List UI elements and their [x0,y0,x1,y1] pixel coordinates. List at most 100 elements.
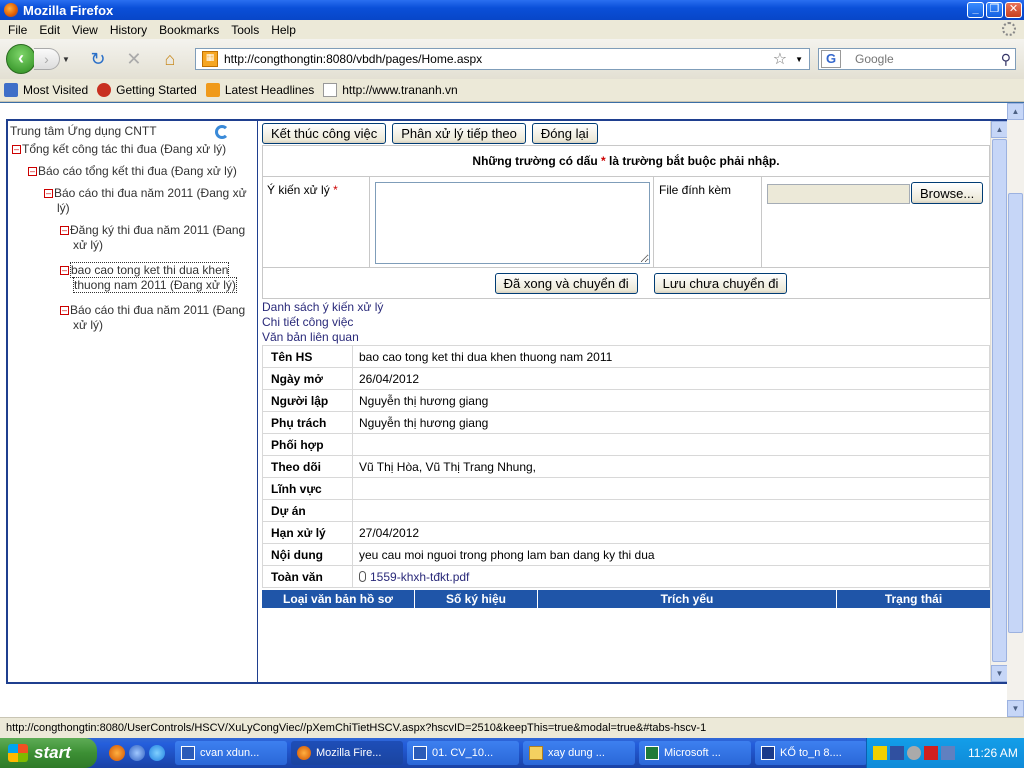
refresh-icon[interactable] [215,125,229,139]
taskbar-item[interactable]: cvan xdun... [175,741,287,765]
search-input[interactable] [855,52,1001,66]
menu-bookmarks[interactable]: Bookmarks [153,23,225,37]
url-text[interactable]: http://congthongtin:8080/vbdh/pages/Home… [224,52,773,66]
bookmark-star-icon[interactable]: ☆ [773,49,787,69]
collapse-icon[interactable]: – [12,145,21,154]
taskbar-item[interactable]: KỔ to_n 8.... [755,741,867,765]
save-without-forward-button[interactable]: Lưu chưa chuyển đi [653,273,788,294]
task-detail-link[interactable]: Chi tiết công việc [262,315,383,330]
window-title-bar: Mozilla Firefox _ ❐ ✕ [0,0,1024,20]
scroll-thumb[interactable] [1008,193,1023,633]
bookmark-getting-started[interactable]: Getting Started [97,83,197,97]
tree-node-selected[interactable]: – bao cao tong ket thi dua khen thuong na… [60,262,256,293]
url-dropdown-icon[interactable]: ▼ [795,55,803,64]
folder-icon [529,746,543,760]
table-row: Dự án [262,499,990,522]
bookmark-latest-headlines[interactable]: Latest Headlines [205,83,314,97]
table-row: Phối hợp [262,433,990,456]
reload-icon[interactable]: ↻ [88,49,108,69]
column-header-symbol[interactable]: Số ký hiệu [415,590,538,608]
minimize-button[interactable]: _ [967,2,984,18]
quick-launch [109,745,165,761]
search-engine-icon[interactable]: G [821,50,841,68]
tray-app-icon[interactable] [941,746,955,760]
close-window-button[interactable]: ✕ [1005,2,1022,18]
firefox-launch-icon[interactable] [109,745,125,761]
column-header-summary[interactable]: Trích yếu [538,590,837,608]
tree-node[interactable]: – Đăng ký thi đua năm 2011 (Đang xử lý) [60,223,256,253]
collapse-icon[interactable]: – [44,189,53,198]
related-documents-link[interactable]: Văn bản liên quan [262,330,383,345]
scroll-down-icon[interactable]: ▼ [1007,700,1024,717]
status-bar: http://congthongtin:8080/UserControls/HS… [0,717,1024,738]
finish-task-button[interactable]: Kết thúc công việc [262,123,387,144]
collapse-icon[interactable]: – [28,167,37,176]
tree-node[interactable]: – Tổng kết công tác thi đua (Đang xử lý) [12,142,226,157]
collapse-icon[interactable]: – [60,266,69,275]
antivirus-icon[interactable] [924,746,938,760]
collapse-icon[interactable]: – [60,306,69,315]
scroll-down-icon[interactable]: ▼ [991,665,1008,682]
bookmark-trananh[interactable]: http://www.trananh.vn [323,83,458,97]
taskbar-item[interactable]: xay dung ... [523,741,635,765]
column-header-status[interactable]: Trạng thái [837,590,990,608]
opinion-textarea[interactable] [375,182,650,264]
windows-taskbar: start cvan xdun... Mozilla Fire... 01. C… [0,738,1024,768]
ie-launch-icon[interactable] [129,745,145,761]
back-button[interactable]: ‹ [6,44,36,74]
browse-button[interactable]: Browse... [911,182,984,204]
scroll-up-icon[interactable]: ▲ [991,121,1008,138]
scroll-up-icon[interactable]: ▲ [1007,103,1024,120]
history-dropdown-icon[interactable]: ▼ [62,55,70,64]
firefox-icon [4,3,18,17]
home-icon[interactable]: ⌂ [160,49,180,69]
opinion-list-link[interactable]: Danh sách ý kiến xử lý [262,300,383,315]
system-tray: 11:26 AM [866,738,1024,768]
opinion-label: Ý kiến xử lý * [267,183,338,197]
full-text-file-link[interactable]: 1559-khxh-tđkt.pdf [370,570,469,584]
start-button[interactable]: start [0,738,97,768]
taskbar-item[interactable]: 01. CV_10... [407,741,519,765]
window-title: Mozilla Firefox [23,2,114,18]
vietkey-icon[interactable] [873,746,887,760]
forward-processing-button[interactable]: Phân xử lý tiếp theo [392,123,526,144]
taskbar-item-active[interactable]: Mozilla Fire... [291,741,403,765]
tree-node[interactable]: – Báo cáo thi đua năm 2011 (Đang xử lý) [60,303,256,333]
collapse-icon[interactable]: – [60,226,69,235]
status-text: http://congthongtin:8080/UserControls/HS… [6,722,707,734]
clock: 11:26 AM [968,746,1018,760]
browser-launch-icon[interactable] [149,745,165,761]
menu-history[interactable]: History [104,23,153,37]
attachment-path-field[interactable] [767,184,910,204]
tree-node[interactable]: – Báo cáo thi đua năm 2011 (Đang xử lý) [44,186,256,216]
restore-button[interactable]: ❐ [986,2,1003,18]
forward-button[interactable]: › [34,48,60,70]
menu-view[interactable]: View [66,23,104,37]
stop-icon[interactable]: ✕ [124,49,144,69]
word-icon [181,746,195,760]
search-icon[interactable]: ⚲ [1001,51,1011,68]
tree-node[interactable]: – Báo cáo tổng kết thi đua (Đang xử lý) [28,164,237,179]
file-details-table: Tên HS bao cao tong ket thi dua khen thuo… [262,345,990,588]
address-bar[interactable]: ▦ http://congthongtin:8080/vbdh/pages/Ho… [195,48,810,70]
opinion-form: Những trường có dấu * là trường bắt buộc… [262,145,990,299]
menu-help[interactable]: Help [265,23,302,37]
close-button[interactable]: Đóng lại [531,123,598,144]
menu-edit[interactable]: Edit [33,23,66,37]
done-and-forward-button[interactable]: Đã xong và chuyển đi [494,273,638,294]
column-header-doc-type[interactable]: Loại văn bản hồ sơ [262,590,415,608]
network-icon[interactable] [890,746,904,760]
bookmark-most-visited[interactable]: Most Visited [4,83,88,97]
tree-root[interactable]: Trung tâm Ứng dụng CNTT [10,124,157,138]
page-scrollbar[interactable]: ▲ ▼ [1007,103,1024,717]
volume-icon[interactable] [907,746,921,760]
menu-tools[interactable]: Tools [225,23,265,37]
table-row: Toàn văn 1559-khxh-tđkt.pdf [262,565,990,588]
getting-started-icon [97,83,112,97]
table-row: Lĩnh vực [262,477,990,500]
dialog-scrollbar[interactable]: ▲ ▼ [990,121,1008,682]
rss-feed-icon [205,83,220,97]
scroll-thumb[interactable] [992,139,1007,662]
menu-file[interactable]: File [2,23,33,37]
taskbar-item[interactable]: Microsoft ... [639,741,751,765]
